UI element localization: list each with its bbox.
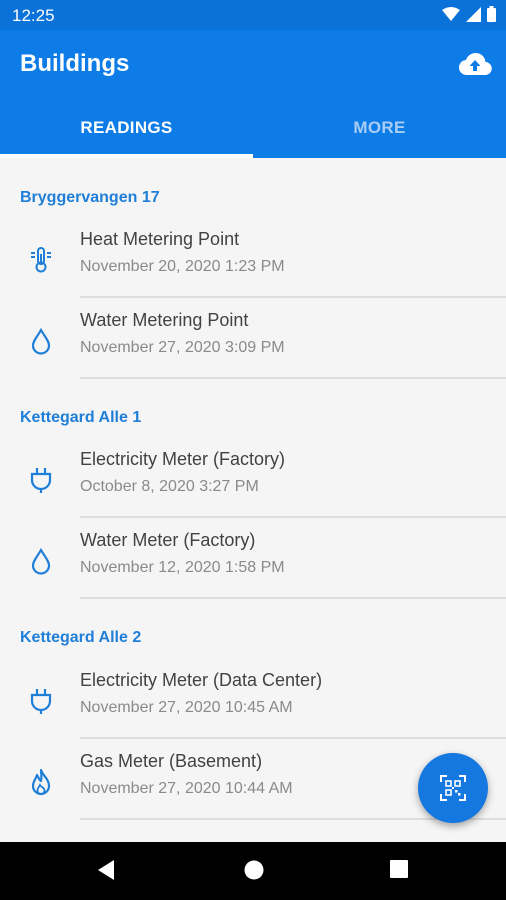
reading-date: November 27, 2020 10:45 AM xyxy=(80,699,293,716)
water-drop-icon xyxy=(31,547,51,575)
tab-readings[interactable]: READINGS xyxy=(0,98,253,158)
list-item[interactable]: Water Meter (Factory) November 12, 2020 … xyxy=(0,518,506,599)
meter-name: Electricity Meter (Factory) xyxy=(80,449,286,469)
reading-date: November 27, 2020 3:09 PM xyxy=(80,339,285,356)
meter-name: Electricity Meter (Data Center) xyxy=(80,670,323,690)
tab-more[interactable]: MORE xyxy=(253,98,506,158)
group-header-kettegard-alle-2: Kettegard Alle 2 xyxy=(20,629,142,646)
list-item[interactable]: Heat Metering Point November 20, 2020 1:… xyxy=(0,217,506,298)
system-icons xyxy=(442,6,496,22)
plug-icon xyxy=(30,689,52,714)
qr-scan-icon xyxy=(440,775,466,801)
back-icon[interactable] xyxy=(96,859,116,881)
recents-icon[interactable] xyxy=(389,859,409,879)
group-header-kettegard-alle-1: Kettegard Alle 1 xyxy=(20,409,142,426)
meter-name: Water Meter (Factory) xyxy=(80,530,256,550)
list-item-partial[interactable] xyxy=(0,820,506,842)
app-bar: Buildings READINGS MORE xyxy=(0,30,506,158)
readings-list[interactable]: Bryggervangen 17 Heat Metering Point Nov… xyxy=(0,158,506,842)
flame-icon xyxy=(31,768,51,796)
scan-qr-button[interactable] xyxy=(418,753,488,823)
list-item[interactable]: Electricity Meter (Factory) October 8, 2… xyxy=(0,437,506,518)
status-time: 12:25 xyxy=(12,6,55,25)
meter-name: Water Metering Point xyxy=(80,310,249,330)
water-drop-icon xyxy=(31,327,51,355)
divider xyxy=(80,597,506,599)
page-title: Buildings xyxy=(20,50,130,77)
status-bar: 12:25 xyxy=(0,0,506,30)
divider xyxy=(80,377,506,379)
meter-name: Gas Meter (Basement) xyxy=(80,751,263,771)
tab-bar: READINGS MORE xyxy=(0,98,506,158)
group-header-bryggervangen-17: Bryggervangen 17 xyxy=(20,189,160,206)
wifi-icon xyxy=(442,6,460,21)
plug-icon xyxy=(30,468,52,493)
home-icon[interactable] xyxy=(243,859,265,881)
reading-date: November 20, 2020 1:23 PM xyxy=(80,258,285,275)
meter-name: Heat Metering Point xyxy=(80,229,240,249)
reading-date: November 27, 2020 10:44 AM xyxy=(80,780,293,797)
signal-icon xyxy=(466,6,481,22)
battery-icon xyxy=(487,6,496,22)
reading-date: November 12, 2020 1:58 PM xyxy=(80,559,285,576)
cloud-upload-icon[interactable] xyxy=(458,50,492,78)
list-item[interactable]: Water Metering Point November 27, 2020 3… xyxy=(0,298,506,379)
thermometer-icon xyxy=(31,247,51,273)
list-item[interactable]: Electricity Meter (Data Center) November… xyxy=(0,658,506,739)
reading-date: October 8, 2020 3:27 PM xyxy=(80,478,259,495)
system-nav-bar xyxy=(0,842,506,900)
